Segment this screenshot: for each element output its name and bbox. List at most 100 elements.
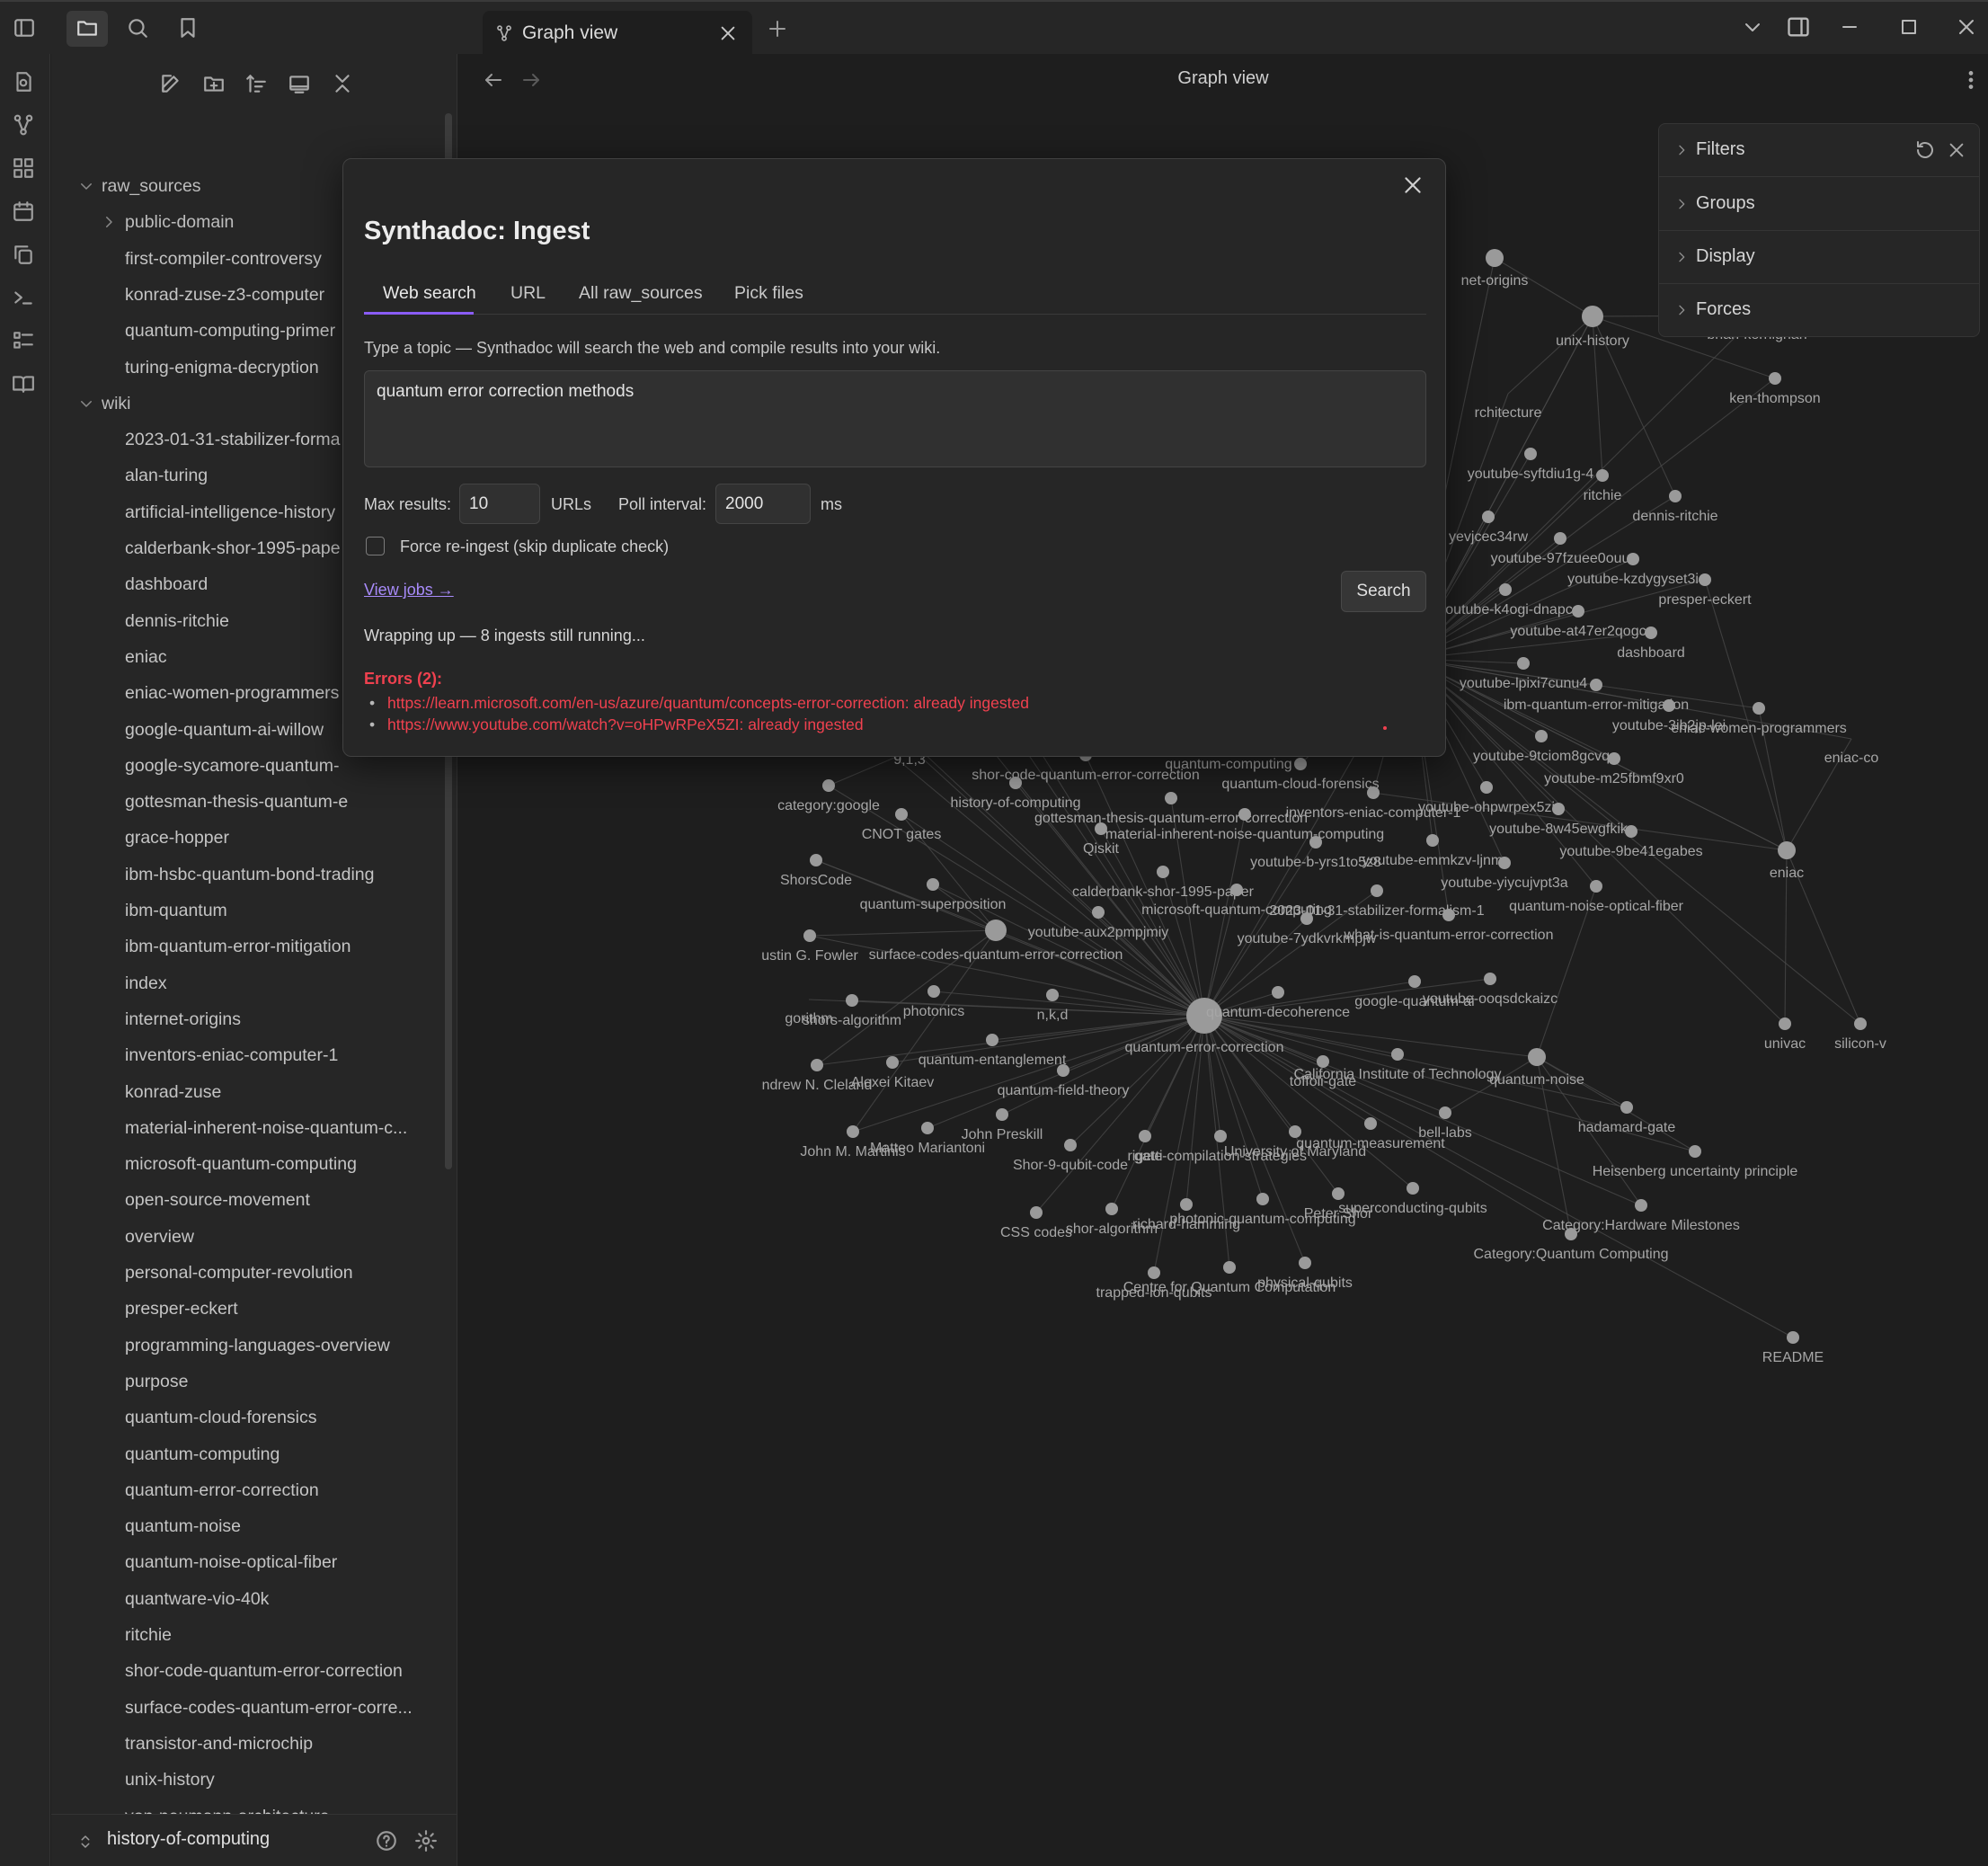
graph-node[interactable] [1590, 880, 1602, 893]
graph-node[interactable] [1426, 834, 1439, 847]
graph-node[interactable] [1367, 786, 1380, 799]
sidebar-toggle-icon[interactable] [13, 16, 36, 40]
graph-node[interactable] [810, 854, 822, 866]
graph-node[interactable] [927, 985, 940, 998]
graph-node[interactable] [1223, 1261, 1236, 1274]
graph-node[interactable] [1317, 1055, 1329, 1068]
graph-node[interactable] [1554, 532, 1566, 545]
graph-node[interactable] [1238, 808, 1251, 821]
file-item[interactable]: quantum-cloud-forensics [125, 1400, 443, 1435]
forces-section[interactable]: Forces [1659, 284, 1979, 337]
file-item[interactable]: overview [125, 1219, 443, 1255]
graph-node[interactable] [1635, 1199, 1647, 1212]
graph-node[interactable] [846, 994, 858, 1007]
graph-node[interactable] [996, 1108, 1008, 1121]
graph-node[interactable] [1590, 679, 1602, 691]
graph-node[interactable] [1214, 1130, 1227, 1142]
copy-icon[interactable] [12, 243, 35, 266]
file-item[interactable]: ibm-quantum [125, 893, 443, 929]
graph-node[interactable] [1439, 1106, 1451, 1119]
graph-node[interactable] [1092, 906, 1105, 919]
new-folder-icon[interactable] [202, 72, 226, 95]
file-item[interactable]: ibm-hsbc-quantum-bond-trading [125, 857, 443, 893]
graph-node[interactable] [1230, 884, 1243, 896]
file-item[interactable]: internet-origins [125, 1001, 443, 1037]
graph-node[interactable] [1364, 1117, 1377, 1130]
graph-node[interactable] [1535, 730, 1548, 742]
chevron-down-icon[interactable] [78, 395, 94, 412]
graph-node[interactable] [1105, 1203, 1118, 1215]
graph-node[interactable] [1787, 1331, 1799, 1344]
minimize-icon[interactable] [1839, 16, 1860, 38]
graph-node[interactable] [1753, 702, 1765, 715]
graph-node[interactable] [1482, 511, 1495, 523]
chevron-down-icon[interactable] [78, 178, 94, 194]
graph-node[interactable] [1057, 1064, 1069, 1077]
new-tab-icon[interactable] [767, 18, 788, 40]
graph-node[interactable] [847, 1125, 859, 1138]
graph-node[interactable] [895, 808, 908, 821]
graph-node[interactable] [1046, 989, 1059, 1001]
file-item[interactable]: material-inherent-noise-quantum-c... [125, 1110, 443, 1146]
graph-node[interactable] [1407, 1182, 1419, 1195]
more-options-icon[interactable] [1959, 68, 1983, 92]
graph-node[interactable] [1294, 758, 1307, 770]
file-item[interactable]: purpose [125, 1364, 443, 1400]
graph-node[interactable] [1391, 1048, 1404, 1061]
graph-node[interactable] [1486, 249, 1504, 267]
poll-interval-input[interactable] [715, 484, 811, 524]
help-icon[interactable] [375, 1829, 398, 1853]
file-item[interactable]: unix-history [125, 1762, 443, 1798]
graph-node[interactable] [803, 929, 816, 942]
graph-node[interactable] [1572, 605, 1584, 618]
graph-node[interactable] [1524, 448, 1537, 460]
file-item[interactable]: microsoft-quantum-computing [125, 1146, 443, 1182]
file-item[interactable]: gottesman-thesis-quantum-e [125, 784, 443, 820]
graph-node[interactable] [1139, 1130, 1151, 1142]
collapse-all-icon[interactable] [331, 72, 354, 95]
graph-node[interactable] [1484, 973, 1496, 985]
tab-pick-files[interactable]: Pick files [734, 283, 803, 304]
file-item[interactable]: transistor-and-microchip [125, 1726, 443, 1762]
graph-node[interactable] [1528, 1048, 1546, 1066]
graph-node[interactable] [1332, 1187, 1345, 1200]
topic-input[interactable] [364, 370, 1426, 467]
folder-icon[interactable] [75, 16, 99, 40]
graph-node[interactable] [1499, 583, 1512, 596]
tab-graph-view[interactable]: Graph view [483, 11, 752, 56]
graph-node[interactable] [1498, 857, 1511, 869]
graph-node[interactable] [886, 1056, 899, 1069]
graph-node[interactable] [1256, 1193, 1269, 1205]
book-icon[interactable] [12, 372, 35, 395]
close-window-icon[interactable] [1956, 16, 1977, 38]
groups-section[interactable]: Groups [1659, 178, 1979, 231]
graph-node[interactable] [1778, 841, 1796, 859]
file-item[interactable]: surface-codes-quantum-error-corre... [125, 1690, 443, 1726]
graph-node[interactable] [921, 1122, 934, 1134]
graph-node[interactable] [1009, 777, 1022, 789]
graph-node[interactable] [1689, 1145, 1701, 1158]
chevron-right-icon[interactable] [101, 214, 117, 230]
file-item[interactable]: grace-hopper [125, 820, 443, 856]
graph-node[interactable] [1480, 781, 1493, 794]
graph-node[interactable] [1779, 1017, 1791, 1030]
chevron-down-icon[interactable] [1742, 16, 1763, 38]
graph-node[interactable] [1371, 884, 1383, 897]
new-note-icon[interactable] [159, 72, 182, 95]
graph-node[interactable] [1552, 803, 1565, 815]
gear-icon[interactable] [414, 1829, 438, 1853]
display-section[interactable]: Display [1659, 231, 1979, 284]
graph-node[interactable] [1442, 909, 1455, 921]
graph-node[interactable] [1309, 836, 1322, 849]
graph-node[interactable] [811, 1059, 823, 1071]
close-icon[interactable] [1401, 173, 1424, 197]
filters-section[interactable]: Filters [1659, 124, 1979, 177]
tab-all-raw-sources[interactable]: All raw_sources [579, 283, 703, 304]
graph-node[interactable] [1165, 792, 1177, 804]
graph-node[interactable] [1030, 1206, 1043, 1219]
maximize-icon[interactable] [1898, 16, 1920, 38]
max-results-input[interactable] [459, 484, 540, 524]
graph-node[interactable] [1699, 573, 1711, 586]
auto-reveal-icon[interactable] [288, 72, 311, 95]
right-sidebar-toggle-icon[interactable] [1786, 14, 1811, 40]
